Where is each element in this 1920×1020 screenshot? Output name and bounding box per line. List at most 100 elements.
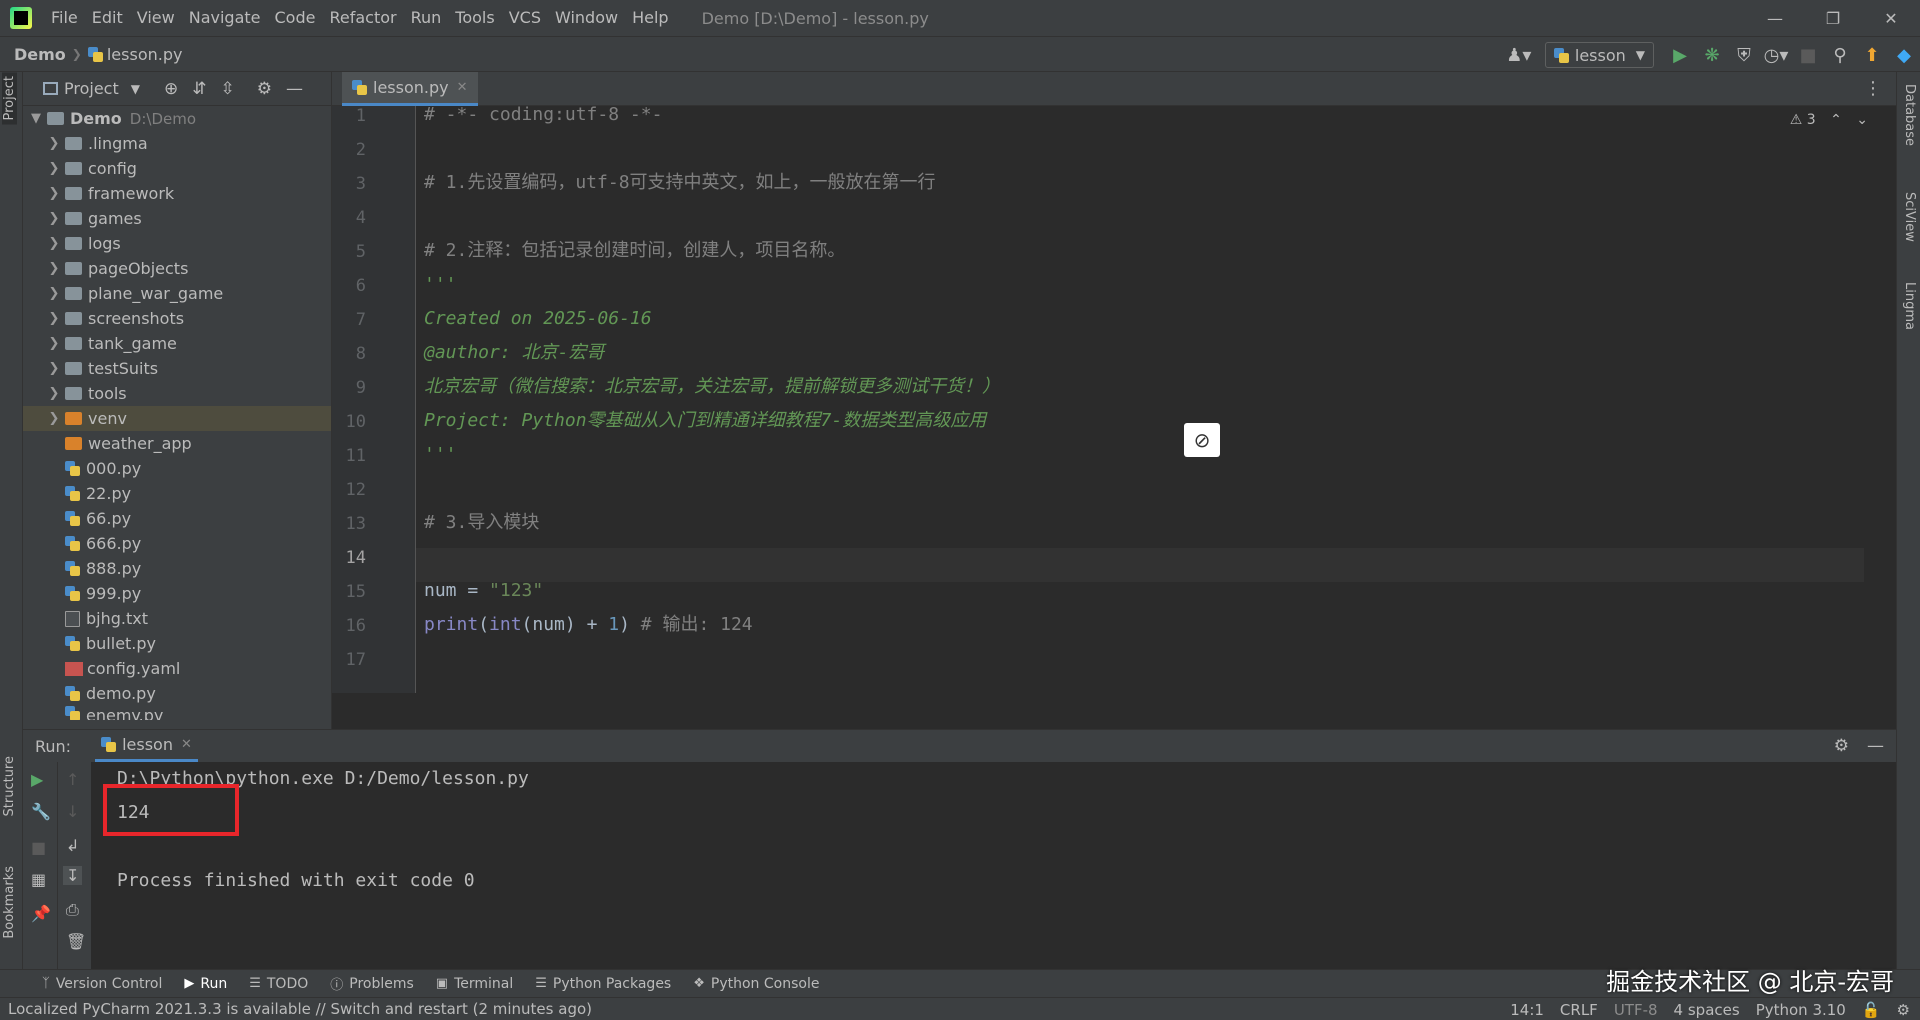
run-icon[interactable]: ▶ bbox=[1664, 37, 1696, 73]
layout-icon[interactable]: ▦ bbox=[31, 870, 46, 889]
menu-edit[interactable]: Edit bbox=[85, 0, 130, 36]
run-tab-lesson[interactable]: lesson ✕ bbox=[95, 730, 198, 762]
caret-position[interactable]: 14:1 bbox=[1510, 1001, 1544, 1019]
run-console[interactable]: D:\Python\python.exe D:/Demo/lesson.py 1… bbox=[103, 762, 1877, 970]
tree-file[interactable]: 22.py bbox=[23, 481, 331, 506]
tab-project[interactable]: Project bbox=[2, 72, 17, 125]
close-icon[interactable]: ✕ bbox=[1862, 0, 1920, 36]
tree-folder[interactable]: ❯ tools bbox=[23, 381, 331, 406]
tree-file[interactable]: 999.py bbox=[23, 581, 331, 606]
tree-folder[interactable]: ❯ plane_war_game bbox=[23, 281, 331, 306]
search-icon[interactable]: ⚲ bbox=[1824, 37, 1856, 73]
tree-folder[interactable]: ❯ screenshots bbox=[23, 306, 331, 331]
tree-file[interactable]: bullet.py bbox=[23, 631, 331, 656]
menu-vcs[interactable]: VCS bbox=[502, 0, 548, 36]
chevron-right-icon[interactable]: ❯ bbox=[47, 161, 61, 176]
line-separator[interactable]: CRLF bbox=[1560, 1001, 1598, 1019]
tree-file[interactable]: enemy.py bbox=[23, 706, 331, 720]
stop-icon[interactable]: ■ bbox=[1792, 37, 1824, 73]
chevron-right-icon[interactable]: ❯ bbox=[47, 411, 61, 426]
tree-folder[interactable]: ❯ testSuits bbox=[23, 356, 331, 381]
chevron-right-icon[interactable]: ❯ bbox=[47, 261, 61, 276]
inspection-widget[interactable]: ⚠ 3 ⌃ ⌄ bbox=[1790, 112, 1868, 128]
menu-file[interactable]: File bbox=[44, 0, 85, 36]
wrench-icon[interactable]: 🔧 bbox=[31, 802, 51, 821]
tab-sciview[interactable]: SciView bbox=[1902, 192, 1917, 242]
chevron-down-icon[interactable]: ▼ bbox=[29, 111, 43, 126]
tree-file[interactable]: config.yaml bbox=[23, 656, 331, 681]
chevron-down-icon[interactable]: ⌄ bbox=[1856, 112, 1868, 128]
toolwindow-python-packages[interactable]: ☰ Python Packages bbox=[535, 976, 671, 992]
python-interpreter[interactable]: Python 3.10 bbox=[1756, 1001, 1846, 1019]
status-message[interactable]: Localized PyCharm 2021.3.3 is available … bbox=[8, 1000, 592, 1018]
toolwindow-todo[interactable]: ☰ TODO bbox=[249, 976, 308, 992]
chevron-right-icon[interactable]: ❯ bbox=[47, 186, 61, 201]
tree-file[interactable]: 66.py bbox=[23, 506, 331, 531]
breadcrumb-file[interactable]: lesson.py bbox=[107, 45, 183, 64]
tree-folder[interactable]: ❯ venv bbox=[23, 406, 331, 431]
chevron-right-icon[interactable]: ❯ bbox=[47, 236, 61, 251]
tab-lingma[interactable]: Lingma bbox=[1902, 282, 1917, 330]
editor-scrollbar[interactable] bbox=[1882, 106, 1894, 693]
tree-folder[interactable]: weather_app bbox=[23, 431, 331, 456]
arrow-up-icon[interactable]: ↑ bbox=[66, 770, 79, 789]
project-panel-title[interactable]: Project bbox=[64, 79, 119, 98]
tab-bookmarks[interactable]: Bookmarks bbox=[2, 862, 17, 943]
tree-root[interactable]: ▼ Demo D:\Demo bbox=[23, 106, 331, 131]
menu-refactor[interactable]: Refactor bbox=[322, 0, 403, 36]
debug-icon[interactable]: ❋ bbox=[1696, 37, 1728, 73]
file-encoding[interactable]: UTF-8 bbox=[1614, 1001, 1658, 1019]
menu-navigate[interactable]: Navigate bbox=[182, 0, 268, 36]
chevron-right-icon[interactable]: ❯ bbox=[47, 311, 61, 326]
profile-icon[interactable]: ◷▾ bbox=[1760, 37, 1792, 73]
collapse-all-icon[interactable]: ⇳ bbox=[220, 79, 234, 99]
chevron-right-icon[interactable]: ❯ bbox=[47, 386, 61, 401]
chevron-right-icon[interactable]: ❯ bbox=[47, 136, 61, 151]
chevron-up-icon[interactable]: ⌃ bbox=[1830, 112, 1842, 128]
arrow-down-icon[interactable]: ↓ bbox=[66, 802, 79, 821]
menu-help[interactable]: Help bbox=[625, 0, 675, 36]
tree-file[interactable]: 666.py bbox=[23, 531, 331, 556]
breadcrumb-project[interactable]: Demo bbox=[14, 45, 66, 64]
tree-folder[interactable]: ❯ games bbox=[23, 206, 331, 231]
coverage-icon[interactable]: ⛨ bbox=[1728, 37, 1760, 73]
close-icon[interactable]: ✕ bbox=[181, 737, 192, 752]
user-icon[interactable]: ♟▾ bbox=[1503, 37, 1535, 73]
menu-tools[interactable]: Tools bbox=[448, 0, 501, 36]
print-icon[interactable]: ⎙ bbox=[66, 900, 79, 920]
gear-icon[interactable]: ⚙ bbox=[1834, 736, 1849, 756]
tree-file[interactable]: 000.py bbox=[23, 456, 331, 481]
pin-icon[interactable]: 📌 bbox=[31, 904, 51, 923]
plugin-logo-icon[interactable]: ◆ bbox=[1888, 37, 1920, 73]
soft-wrap-icon[interactable]: ↲ bbox=[66, 836, 79, 855]
lock-icon[interactable]: 🔓 bbox=[1862, 1001, 1881, 1019]
close-icon[interactable]: ✕ bbox=[457, 80, 468, 95]
minimize-icon[interactable]: — bbox=[1746, 0, 1804, 36]
toolwindow-terminal[interactable]: ▣ Terminal bbox=[436, 976, 513, 992]
no-entry-icon[interactable]: ⊘ bbox=[1184, 423, 1220, 457]
restore-icon[interactable]: ❐ bbox=[1804, 0, 1862, 36]
more-vertical-icon[interactable]: ⋮ bbox=[1864, 78, 1882, 99]
expand-all-icon[interactable]: ⇵ bbox=[192, 79, 206, 99]
indent-setting[interactable]: 4 spaces bbox=[1674, 1001, 1740, 1019]
menu-run[interactable]: Run bbox=[404, 0, 449, 36]
tree-folder[interactable]: ❯ tank_game bbox=[23, 331, 331, 356]
toolwindow-python-console[interactable]: ❖ Python Console bbox=[693, 976, 819, 992]
toolwindow-version-control[interactable]: ᛉ Version Control bbox=[42, 976, 162, 992]
stop-icon[interactable]: ■ bbox=[31, 838, 46, 857]
chevron-right-icon[interactable]: ❯ bbox=[47, 211, 61, 226]
menu-view[interactable]: View bbox=[130, 0, 182, 36]
chevron-right-icon[interactable]: ❯ bbox=[47, 286, 61, 301]
tree-folder[interactable]: ❯ framework bbox=[23, 181, 331, 206]
menu-window[interactable]: Window bbox=[548, 0, 625, 36]
chevron-right-icon[interactable]: ❯ bbox=[47, 336, 61, 351]
scroll-to-end-icon[interactable]: ↧ bbox=[63, 866, 83, 885]
update-icon[interactable]: ⬆ bbox=[1856, 37, 1888, 73]
tree-file[interactable]: bjhg.txt bbox=[23, 606, 331, 631]
locate-icon[interactable]: ⊕ bbox=[164, 79, 178, 99]
toolwindow-problems[interactable]: ⓘ Problems bbox=[330, 974, 414, 994]
hide-icon[interactable]: — bbox=[286, 79, 303, 99]
tree-folder[interactable]: ❯ config bbox=[23, 156, 331, 181]
toolwindow-run[interactable]: ▶ Run bbox=[184, 976, 227, 992]
tree-folder[interactable]: ❯ .lingma bbox=[23, 131, 331, 156]
